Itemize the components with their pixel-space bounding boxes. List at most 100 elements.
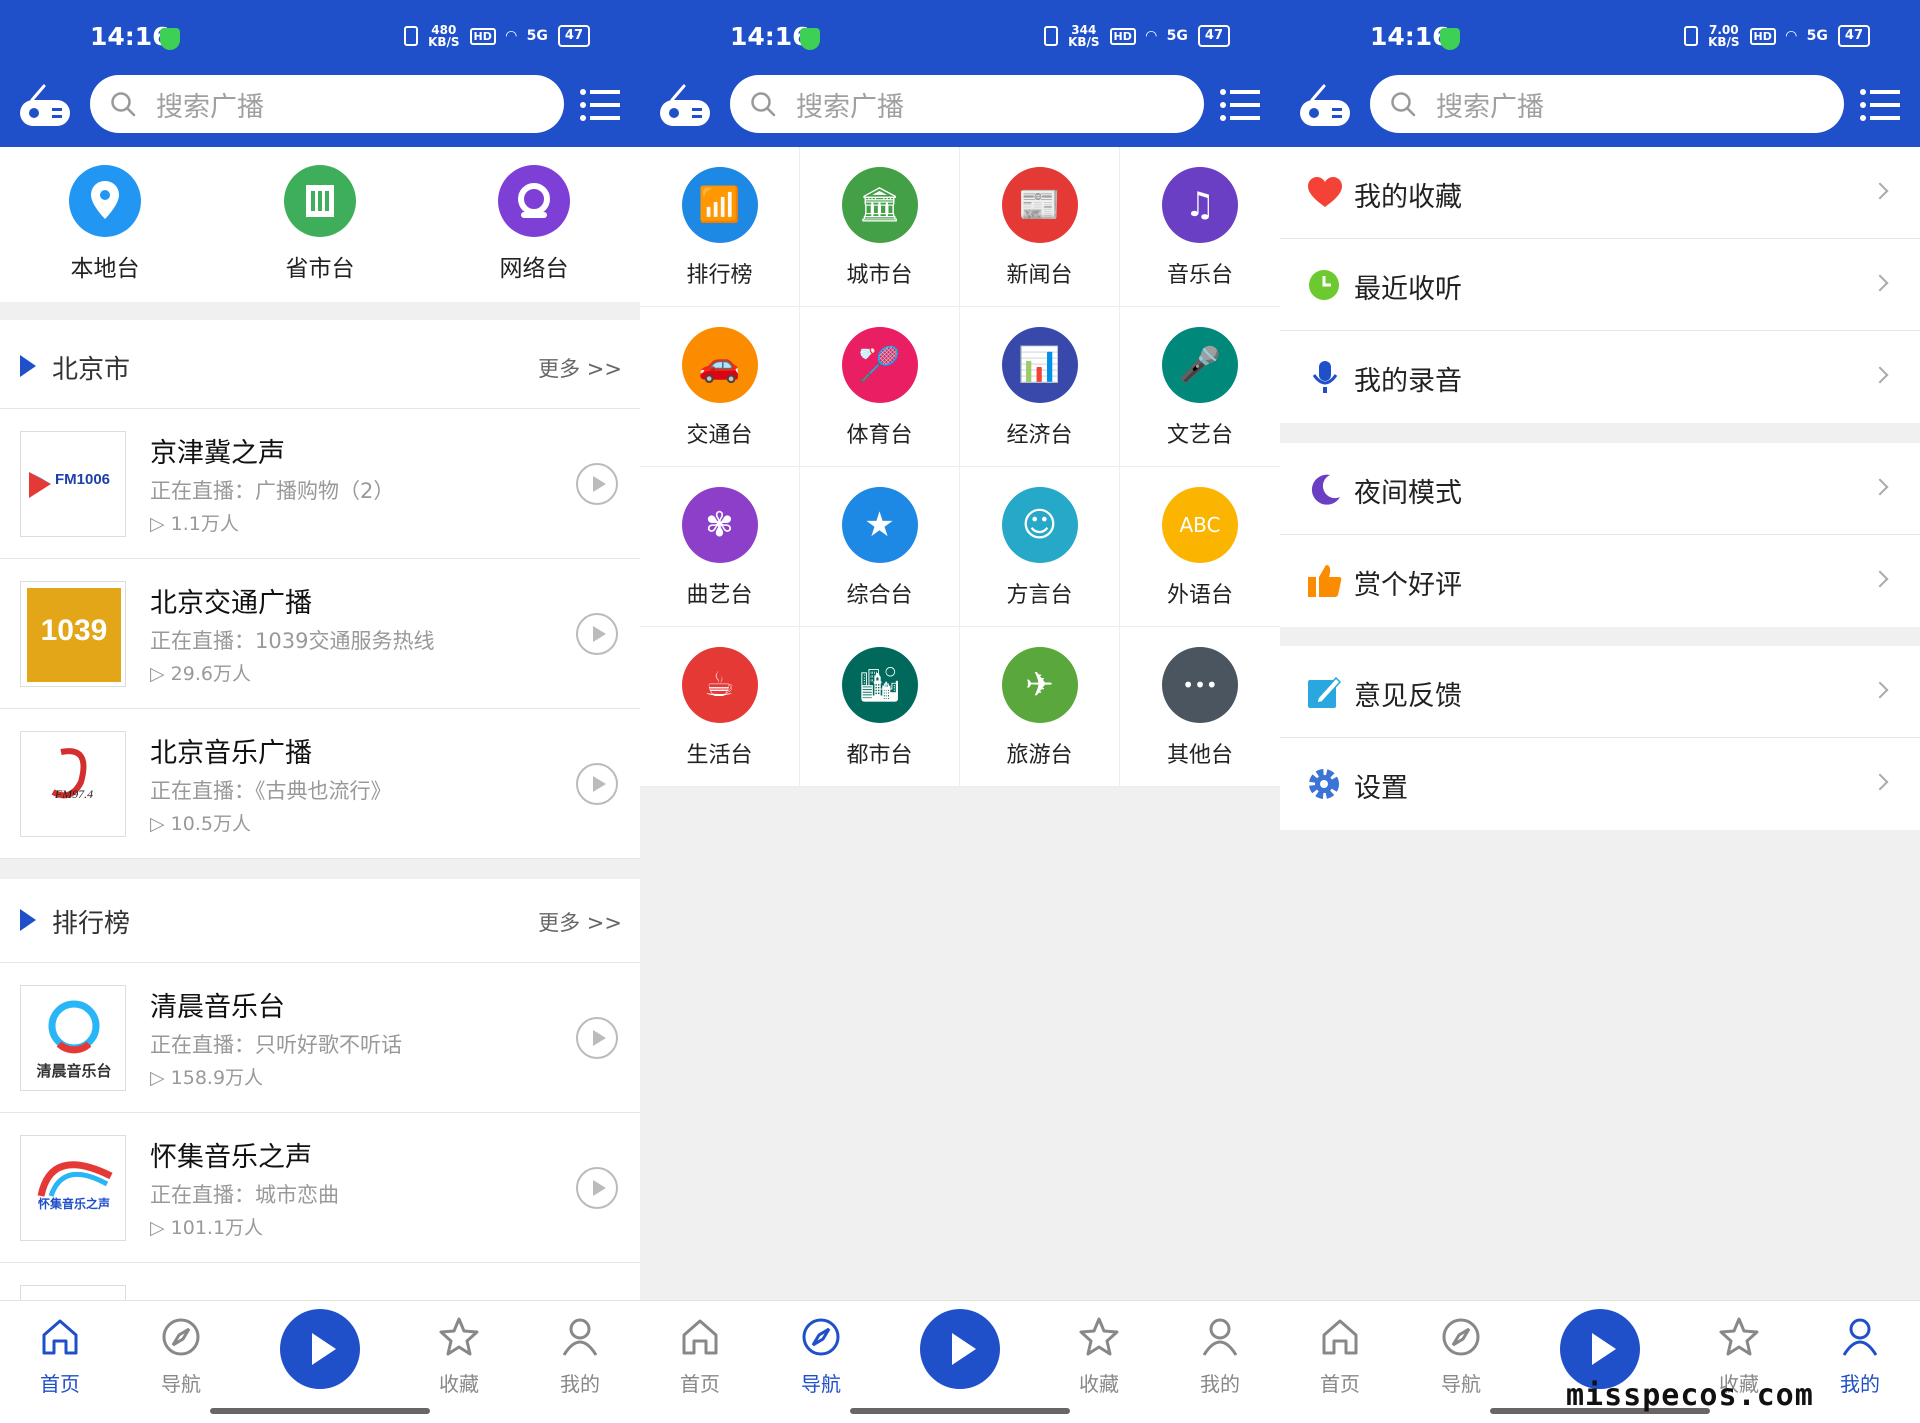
station-row[interactable]: FM97.4 北京音乐广播 正在直播：《古典也流行》 ▷ 10.5万人 xyxy=(0,709,640,859)
station-row[interactable]: FM1006 京津冀之声 正在直播：广播购物（2） ▷ 1.1万人 xyxy=(0,409,640,559)
nav-home[interactable]: 首页 xyxy=(15,1315,105,1397)
category-item[interactable]: 📊 经济台 xyxy=(960,307,1120,467)
category-item[interactable]: ☕ 生活台 xyxy=(640,627,800,787)
mic-icon xyxy=(1312,361,1338,393)
play-icon[interactable] xyxy=(576,1017,618,1059)
menu-item-night-mode[interactable]: 夜间模式 xyxy=(1280,443,1920,535)
search-input[interactable]: 搜索广播 xyxy=(90,75,564,133)
signal-icon: 5G xyxy=(526,28,548,44)
nav-favorites[interactable]: 收藏 xyxy=(414,1315,504,1397)
category-label: 曲艺台 xyxy=(686,583,753,608)
station-row[interactable]: 清晨音乐台 清晨音乐台 正在直播：只听好歌不听话 ▷ 158.9万人 xyxy=(0,963,640,1113)
navigation-screen: 14:16 344 KB/S HD ◠ 5G 47 搜索广播 📶 排行榜 🏛 城… xyxy=(640,0,1280,1423)
list-menu-icon[interactable] xyxy=(1860,88,1900,122)
ranking-icon: 📶 xyxy=(681,167,758,243)
status-bar: 14:16 7.00 KB/S HD ◠ 5G 47 xyxy=(1280,0,1920,74)
play-icon[interactable] xyxy=(576,463,618,505)
category-item[interactable]: ✾ 曲艺台 xyxy=(640,467,800,627)
listener-count: ▷ 10.5万人 xyxy=(150,813,251,835)
category-item[interactable]: 🚗 交通台 xyxy=(640,307,800,467)
menu-item-feedback[interactable]: 意见反馈 xyxy=(1280,646,1920,738)
nav-home[interactable]: 首页 xyxy=(1295,1315,1385,1397)
search-icon xyxy=(1391,92,1416,117)
category-glyph: ABC xyxy=(1179,513,1221,537)
status-time: 14:16 xyxy=(730,22,810,51)
radio-icon[interactable] xyxy=(1298,84,1352,128)
radio-icon[interactable] xyxy=(18,84,72,128)
nav-mine[interactable]: 我的 xyxy=(1815,1315,1905,1397)
battery-icon: 47 xyxy=(557,25,590,47)
nav-navigate[interactable]: 导航 xyxy=(136,1315,226,1397)
watermark-text: misspecos.com xyxy=(1566,1378,1814,1413)
category-item[interactable]: ••• 其他台 xyxy=(1120,627,1280,787)
quick-local[interactable]: 本地台 xyxy=(45,165,165,283)
home-indicator xyxy=(850,1408,1070,1414)
category-item[interactable]: 📶 排行榜 xyxy=(640,147,800,307)
quick-network[interactable]: 网络台 xyxy=(474,165,594,283)
category-item[interactable]: ♫ 音乐台 xyxy=(1120,147,1280,307)
station-name: 怀集音乐之声 xyxy=(150,1142,312,1173)
vibrate-icon xyxy=(1684,26,1699,46)
category-glyph: 🚗 xyxy=(698,345,741,385)
station-logo-text: FM97.4 xyxy=(54,787,93,801)
radio-icon[interactable] xyxy=(658,84,712,128)
station-name: 京津冀之声 xyxy=(150,438,285,469)
network-speed: 480 KB/S xyxy=(428,23,460,49)
network-speed: 344 KB/S xyxy=(1068,23,1100,49)
nav-navigate[interactable]: 导航 xyxy=(776,1315,866,1397)
station-live: 正在直播：城市恋曲 xyxy=(150,1183,339,1207)
more-link[interactable]: 更多 >> xyxy=(538,353,622,383)
play-button[interactable] xyxy=(280,1309,360,1389)
station-live: 正在直播：广播购物（2） xyxy=(150,479,395,503)
menu-item-recent[interactable]: 最近收听 xyxy=(1280,239,1920,331)
quick-province[interactable]: 省市台 xyxy=(260,165,380,283)
category-label: 排行榜 xyxy=(686,263,753,288)
list-menu-icon[interactable] xyxy=(1220,88,1260,122)
menu-item-recordings[interactable]: 我的录音 xyxy=(1280,331,1920,423)
section-header-beijing: 北京市 更多 >> xyxy=(0,325,640,409)
station-row[interactable]: 怀集音乐之声 怀集音乐之声 正在直播：城市恋曲 ▷ 101.1万人 xyxy=(0,1113,640,1263)
category-item[interactable]: ★ 综合台 xyxy=(800,467,960,627)
station-row[interactable]: 1039 北京交通广播 正在直播：1039交通服务热线 ▷ 29.6万人 xyxy=(0,559,640,709)
category-item[interactable]: 🏸 体育台 xyxy=(800,307,960,467)
category-grid: 📶 排行榜 🏛 城市台 📰 新闻台 ♫ 音乐台 🚗 交通台 🏸 体育台 📊 经济台 🎤 文艺台 ✾ 曲艺台 ★ 综合台… xyxy=(640,147,1280,787)
category-label: 音乐台 xyxy=(1166,263,1233,288)
category-item[interactable]: ✈ 旅游台 xyxy=(960,627,1120,787)
nav-favorites[interactable]: 收藏 xyxy=(1054,1315,1144,1397)
nav-mine[interactable]: 我的 xyxy=(1175,1315,1265,1397)
category-item[interactable]: 🎤 文艺台 xyxy=(1120,307,1280,467)
nav-home[interactable]: 首页 xyxy=(655,1315,745,1397)
nav-mine[interactable]: 我的 xyxy=(535,1315,625,1397)
nav-navigate[interactable]: 导航 xyxy=(1416,1315,1506,1397)
bottom-nav: 首页 导航 收藏 我的 xyxy=(0,1300,640,1423)
clock-icon xyxy=(1309,270,1339,300)
menu-item-settings[interactable]: 设置 xyxy=(1280,738,1920,830)
compass-icon xyxy=(162,1318,200,1356)
category-item[interactable]: 🏙 都市台 xyxy=(800,627,960,787)
category-item[interactable]: 📰 新闻台 xyxy=(960,147,1120,307)
search-icon xyxy=(111,92,136,117)
home-screen: 14:16 480 KB/S HD ◠ 5G 47 搜索广播 本地台 省市台 网… xyxy=(0,0,640,1423)
search-input[interactable]: 搜索广播 xyxy=(1370,75,1844,133)
signal-icon: 5G xyxy=(1166,28,1188,44)
more-link[interactable]: 更多 >> xyxy=(538,907,622,937)
play-icon[interactable] xyxy=(576,1167,618,1209)
play-button[interactable] xyxy=(920,1309,1000,1389)
search-input[interactable]: 搜索广播 xyxy=(730,75,1204,133)
category-glyph: 📰 xyxy=(1018,185,1061,225)
menu-item-favorites[interactable]: 我的收藏 xyxy=(1280,147,1920,239)
list-menu-icon[interactable] xyxy=(580,88,620,122)
play-icon[interactable] xyxy=(576,763,618,805)
listener-count: ▷ 29.6万人 xyxy=(150,663,251,685)
play-icon[interactable] xyxy=(576,613,618,655)
thumbs-up-icon xyxy=(1308,565,1342,597)
play-button[interactable] xyxy=(1560,1309,1640,1389)
station-logo: 清晨音乐台 xyxy=(20,985,126,1091)
menu-item-rate[interactable]: 赏个好评 xyxy=(1280,535,1920,627)
station-logo: FM1006 xyxy=(20,431,126,537)
category-item[interactable]: 🏛 城市台 xyxy=(800,147,960,307)
status-time: 14:16 xyxy=(1370,22,1450,51)
category-item[interactable]: ☺ 方言台 xyxy=(960,467,1120,627)
category-item[interactable]: ABC 外语台 xyxy=(1120,467,1280,627)
station-live: 正在直播：《古典也流行》 xyxy=(150,779,392,803)
